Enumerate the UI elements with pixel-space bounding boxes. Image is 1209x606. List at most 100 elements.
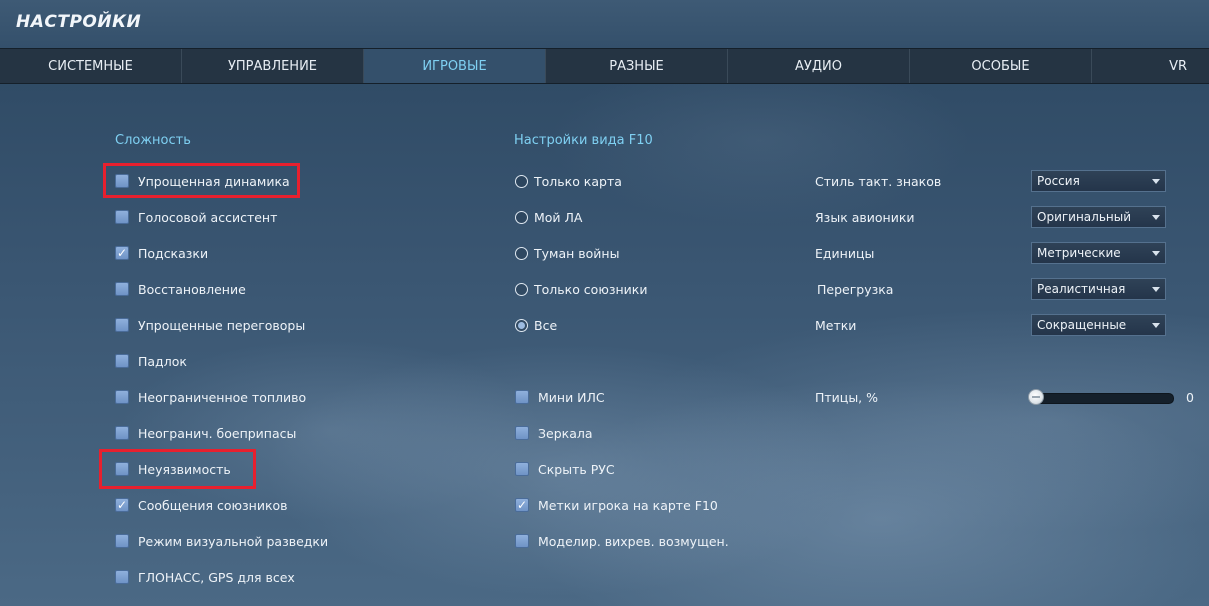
- option-label: Неограниченное топливо: [138, 389, 307, 405]
- radio-icon[interactable]: [515, 174, 528, 188]
- option-label: Падлок: [138, 353, 187, 369]
- checkbox-simplified-dynamics[interactable]: Упрощенная динамика: [115, 171, 290, 191]
- option-label: Голосовой ассистент: [138, 209, 278, 225]
- option-label: Упрощенные переговоры: [138, 317, 306, 333]
- title-bar: НАСТРОЙКИ: [0, 0, 1209, 48]
- checkbox-glonass-gps[interactable]: ГЛОНАСС, GPS для всех: [115, 567, 295, 587]
- tab-vr[interactable]: VR: [1092, 49, 1209, 83]
- option-label: Мой ЛА: [534, 209, 583, 225]
- option-label: Неуязвимость: [138, 461, 231, 477]
- checkbox-icon[interactable]: [115, 282, 129, 296]
- select-value: Россия: [1037, 174, 1080, 188]
- label-symbology-style: Стиль такт. знаков: [815, 174, 942, 189]
- option-label: Зеркала: [538, 425, 593, 441]
- radio-icon[interactable]: [515, 282, 528, 296]
- option-label: Сообщения союзников: [138, 497, 288, 513]
- option-label: ГЛОНАСС, GPS для всех: [138, 569, 295, 585]
- option-label: Скрыть РУС: [538, 461, 615, 477]
- tab-misc[interactable]: РАЗНЫЕ: [546, 49, 728, 83]
- dropdown-arrow-icon: [1152, 215, 1160, 220]
- tab-bar: СИСТЕМНЫЕ УПРАВЛЕНИЕ ИГРОВЫЕ РАЗНЫЕ АУДИ…: [0, 48, 1209, 84]
- dropdown-arrow-icon: [1152, 251, 1160, 256]
- select-g-effects[interactable]: Реалистичная: [1031, 278, 1166, 300]
- checkbox-voice-assistant[interactable]: Голосовой ассистент: [115, 207, 277, 227]
- checkbox-padlock[interactable]: Падлок: [115, 351, 187, 371]
- select-labels[interactable]: Сокращенные: [1031, 314, 1166, 336]
- checkbox-unlimited-ammo[interactable]: Неогранич. боеприпасы: [115, 423, 296, 443]
- select-value: Сокращенные: [1037, 318, 1127, 332]
- f10-view-heading: Настройки вида F10: [514, 133, 653, 148]
- option-label: Упрощенная динамика: [138, 173, 290, 189]
- select-value: Реалистичная: [1037, 282, 1126, 296]
- select-units[interactable]: Метрические: [1031, 242, 1166, 264]
- option-label: Метки игрока на карте F10: [538, 497, 718, 513]
- radio-my-aircraft[interactable]: Мой ЛА: [515, 207, 582, 227]
- dropdown-arrow-icon: [1152, 287, 1160, 292]
- birds-slider-handle[interactable]: [1028, 389, 1044, 405]
- checkbox-mirrors[interactable]: Зеркала: [515, 423, 593, 443]
- radio-icon[interactable]: [515, 246, 528, 260]
- checkbox-icon[interactable]: [115, 318, 129, 332]
- label-g-effects: Перегрузка: [817, 282, 894, 297]
- checkbox-icon[interactable]: [115, 462, 129, 476]
- option-label: Только союзники: [534, 281, 648, 297]
- checkbox-icon[interactable]: [115, 174, 129, 188]
- difficulty-heading: Сложность: [115, 133, 191, 148]
- checkmark-icon[interactable]: ✓: [115, 246, 129, 260]
- birds-slider-value: 0: [1186, 390, 1194, 405]
- radio-selected-icon[interactable]: [515, 318, 528, 332]
- checkbox-restore[interactable]: Восстановление: [115, 279, 246, 299]
- tab-audio[interactable]: АУДИО: [728, 49, 910, 83]
- select-symbology-style[interactable]: Россия: [1031, 170, 1166, 192]
- checkmark-icon[interactable]: ✓: [115, 498, 129, 512]
- select-value: Метрические: [1037, 246, 1121, 260]
- checkbox-unlimited-fuel[interactable]: Неограниченное топливо: [115, 387, 306, 407]
- option-label: Мини ИЛС: [538, 389, 605, 405]
- checkbox-hints[interactable]: ✓ Подсказки: [115, 243, 208, 263]
- label-birds: Птицы, %: [815, 390, 879, 405]
- checkbox-icon[interactable]: [115, 210, 129, 224]
- checkbox-icon[interactable]: [115, 534, 129, 548]
- option-label: Моделир. вихрев. возмущен.: [538, 533, 729, 549]
- birds-slider-track[interactable]: [1030, 393, 1174, 404]
- window-title: НАСТРОЙКИ: [16, 12, 142, 32]
- checkbox-hide-stick[interactable]: Скрыть РУС: [515, 459, 615, 479]
- tab-controls[interactable]: УПРАВЛЕНИЕ: [182, 49, 364, 83]
- checkbox-simplified-comms[interactable]: Упрощенные переговоры: [115, 315, 305, 335]
- checkbox-allied-messages[interactable]: ✓ Сообщения союзников: [115, 495, 288, 515]
- option-label: Неогранич. боеприпасы: [138, 425, 297, 441]
- checkbox-icon[interactable]: [515, 462, 529, 476]
- radio-allies-only[interactable]: Только союзники: [515, 279, 647, 299]
- dropdown-arrow-icon: [1152, 179, 1160, 184]
- radio-all[interactable]: Все: [515, 315, 557, 335]
- checkmark-icon[interactable]: ✓: [515, 498, 529, 512]
- tab-system[interactable]: СИСТЕМНЫЕ: [0, 49, 182, 83]
- checkbox-icon[interactable]: [115, 426, 129, 440]
- checkbox-wake-turbulence[interactable]: Моделир. вихрев. возмущен.: [515, 531, 729, 551]
- radio-icon[interactable]: [515, 210, 528, 224]
- checkbox-player-marks-f10[interactable]: ✓ Метки игрока на карте F10: [515, 495, 718, 515]
- checkbox-icon[interactable]: [515, 534, 529, 548]
- select-value: Оригинальный: [1037, 210, 1132, 224]
- option-label: Все: [534, 317, 558, 333]
- label-units: Единицы: [815, 246, 875, 261]
- select-avionics-language[interactable]: Оригинальный: [1031, 206, 1166, 228]
- checkbox-visual-recon[interactable]: Режим визуальной разведки: [115, 531, 328, 551]
- radio-map-only[interactable]: Только карта: [515, 171, 622, 191]
- option-label: Только карта: [534, 173, 622, 189]
- checkbox-icon[interactable]: [115, 354, 129, 368]
- checkbox-icon[interactable]: [115, 390, 129, 404]
- dropdown-arrow-icon: [1152, 323, 1160, 328]
- tab-special[interactable]: ОСОБЫЕ: [910, 49, 1092, 83]
- checkbox-icon[interactable]: [515, 390, 529, 404]
- option-label: Туман войны: [534, 245, 620, 261]
- tab-gameplay[interactable]: ИГРОВЫЕ: [364, 49, 546, 83]
- label-avionics-language: Язык авионики: [815, 210, 915, 225]
- checkbox-icon[interactable]: [115, 570, 129, 584]
- checkbox-icon[interactable]: [515, 426, 529, 440]
- label-labels: Метки: [815, 318, 857, 333]
- radio-fog-of-war[interactable]: Туман войны: [515, 243, 619, 263]
- checkbox-invulnerability[interactable]: Неуязвимость: [115, 459, 231, 479]
- checkbox-mini-hud[interactable]: Мини ИЛС: [515, 387, 605, 407]
- option-label: Подсказки: [138, 245, 209, 261]
